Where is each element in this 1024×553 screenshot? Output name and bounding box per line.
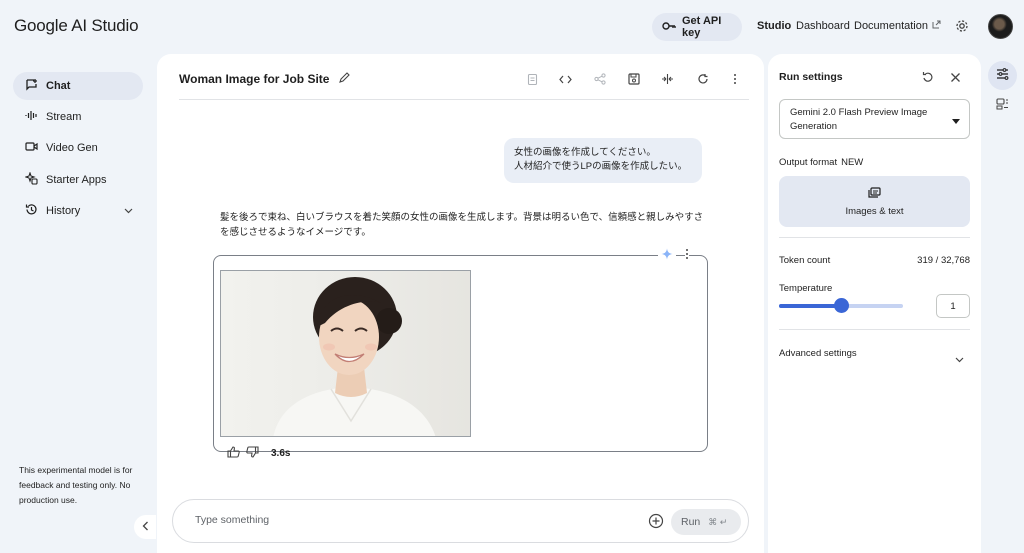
history-icon (25, 203, 38, 219)
temperature-label: Temperature (779, 283, 833, 294)
refresh-icon[interactable] (697, 72, 709, 90)
video-icon (25, 140, 38, 156)
share-icon[interactable] (594, 72, 606, 90)
user-avatar[interactable] (988, 14, 1013, 39)
temperature-input[interactable]: 1 (936, 294, 970, 318)
user-message-line: 女性の画像を作成してください。 (514, 147, 656, 158)
sidebar-item-video-gen[interactable]: Video Gen (13, 134, 143, 162)
token-count-label: Token count (779, 255, 831, 266)
chat-panel: Woman Image for Job Site 女性の画像を作成してください。… (157, 54, 764, 553)
compare-icon[interactable] (661, 72, 674, 90)
chevron-down-icon[interactable] (124, 205, 133, 217)
save-icon[interactable] (628, 72, 640, 90)
sidebar-item-label: Stream (46, 111, 82, 123)
app-logo[interactable]: Google AI Studio (14, 16, 139, 36)
media-gallery-icon[interactable] (996, 97, 1009, 115)
collapse-sidebar-button[interactable] (134, 515, 156, 539)
thumbs-down-icon[interactable] (246, 446, 259, 461)
external-link-icon (932, 20, 941, 32)
model-select-value: Gemini 2.0 Flash Preview Image Generatio… (790, 107, 928, 132)
response-more-icon[interactable] (685, 247, 689, 265)
chat-title-row: Woman Image for Job Site (179, 72, 351, 86)
output-format-button[interactable]: Images & text (779, 176, 970, 227)
tune-icon (996, 67, 1009, 85)
image-text-icon (868, 186, 881, 201)
sidebar-item-history[interactable]: History (13, 197, 143, 225)
get-api-key-button[interactable]: Get API key (652, 13, 742, 41)
temperature-slider-fill (779, 304, 841, 308)
nav-dashboard[interactable]: Dashboard (796, 20, 850, 32)
run-button[interactable]: Run ⌘ ↵ (671, 509, 741, 535)
output-format-label-row: Output format NEW (779, 157, 863, 168)
chevron-down-icon[interactable] (955, 350, 964, 368)
dropdown-caret-icon (952, 115, 960, 129)
user-message: 女性の画像を作成してください。 人材紹介で使うLPの画像を作成したい。 (504, 138, 702, 183)
run-settings-panel: Run settings Gemini 2.0 Flash Preview Im… (768, 54, 981, 553)
token-count-value: 319 / 32,768 (917, 255, 970, 266)
new-badge: NEW (841, 157, 864, 168)
chat-title[interactable]: Woman Image for Job Site (179, 72, 329, 86)
model-message: 髪を後ろで束ね、白いブラウスを着た笑顔の女性の画像を生成します。背景は明るい色で… (220, 212, 704, 238)
sidebar-item-label: Chat (46, 80, 71, 92)
sidebar-item-chat[interactable]: Chat (13, 72, 143, 100)
user-message-line: 人材紹介で使うLPの画像を作成したい。 (514, 161, 688, 172)
nav-documentation[interactable]: Documentation (854, 20, 941, 32)
output-format-value: Images & text (845, 205, 904, 217)
edit-pencil-icon[interactable] (339, 72, 351, 86)
chat-icon (25, 78, 38, 94)
reset-settings-icon[interactable] (922, 70, 934, 88)
divider (779, 329, 970, 330)
title-divider (179, 99, 749, 100)
prompt-input[interactable] (195, 514, 595, 526)
output-format-label: Output format (779, 157, 838, 168)
more-vert-icon[interactable] (733, 72, 737, 90)
prompt-box: Run ⌘ ↵ (172, 499, 749, 543)
key-icon (662, 21, 676, 34)
response-feedback-row: 3.6s (227, 446, 290, 461)
run-button-label: Run (681, 516, 701, 528)
sidebar-item-starter-apps[interactable]: Starter Apps (13, 166, 143, 194)
response-time: 3.6s (271, 448, 291, 459)
get-api-key-label: Get API key (682, 15, 722, 39)
clipboard-icon[interactable] (527, 72, 538, 90)
chevron-left-icon (142, 518, 149, 536)
sidebar-item-label: History (46, 205, 81, 217)
waveform-icon (25, 109, 38, 125)
nav-studio[interactable]: Studio (757, 20, 791, 32)
sidebar-item-label: Video Gen (46, 142, 98, 154)
advanced-settings-label[interactable]: Advanced settings (779, 348, 857, 359)
model-select[interactable]: Gemini 2.0 Flash Preview Image Generatio… (779, 99, 970, 139)
thumbs-up-icon[interactable] (227, 446, 240, 461)
generated-woman-image[interactable] (220, 270, 471, 437)
close-icon[interactable] (950, 70, 961, 88)
temperature-slider-thumb[interactable] (834, 298, 849, 313)
sparkle-icon (658, 247, 676, 265)
temperature-slider[interactable] (779, 298, 903, 313)
nav-documentation-label: Documentation (854, 20, 928, 32)
add-media-icon[interactable] (648, 513, 664, 534)
settings-gear-icon[interactable] (955, 19, 969, 38)
code-icon[interactable] (559, 72, 572, 90)
top-bar: Google AI Studio Get API key Studio Dash… (0, 0, 1024, 54)
divider (779, 237, 970, 238)
experimental-disclaimer: This experimental model is for feedback … (19, 465, 133, 505)
run-shortcut: ⌘ ↵ (708, 516, 728, 527)
run-settings-title: Run settings (779, 71, 843, 83)
sidebar-item-stream[interactable]: Stream (13, 103, 143, 131)
sparkle-apps-icon (24, 171, 38, 188)
sidebar-item-label: Starter Apps (46, 174, 107, 186)
tune-settings-button[interactable] (988, 61, 1017, 90)
